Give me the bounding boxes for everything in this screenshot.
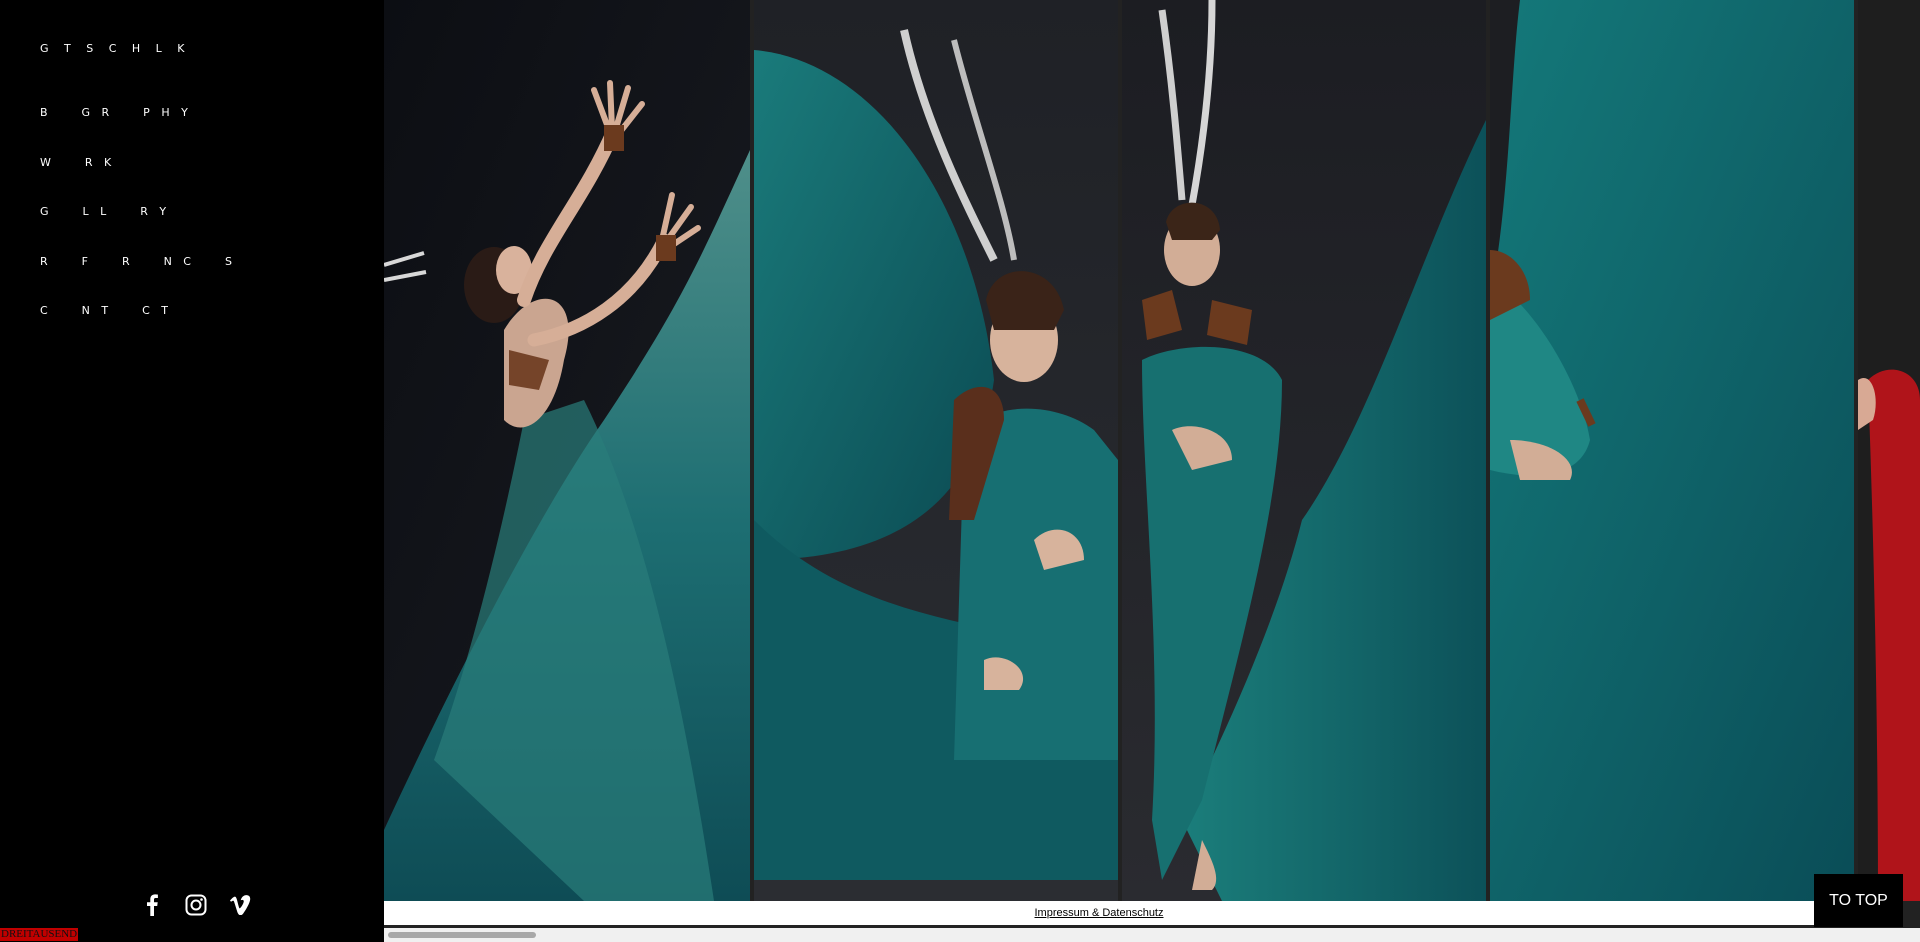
gallery-image-2[interactable] bbox=[754, 0, 1118, 901]
facebook-icon[interactable] bbox=[140, 893, 164, 917]
social-links bbox=[140, 893, 252, 917]
sidebar: G T S C H L K B G R P H Y W R K G L L R … bbox=[0, 0, 384, 942]
instagram-icon[interactable] bbox=[184, 893, 208, 917]
image-gallery bbox=[384, 0, 1920, 928]
scrollbar-thumb[interactable] bbox=[388, 932, 536, 938]
nav-item-references[interactable]: R F R N C S bbox=[40, 255, 236, 305]
main-nav: B G R P H Y W R K G L L R Y R F R N C S … bbox=[40, 106, 236, 354]
to-top-button[interactable]: TO TOP bbox=[1814, 874, 1903, 927]
dreitausend-badge[interactable]: DREITAUSEND bbox=[0, 928, 79, 941]
footer-bar: Impressum & Datenschutz bbox=[384, 901, 1814, 925]
gallery-image-1[interactable] bbox=[384, 0, 750, 901]
gallery-image-3[interactable] bbox=[1122, 0, 1486, 901]
nav-item-biography[interactable]: B G R P H Y bbox=[40, 106, 236, 156]
horizontal-scrollbar[interactable] bbox=[384, 928, 1920, 942]
vimeo-icon[interactable] bbox=[228, 893, 252, 917]
impressum-link[interactable]: Impressum & Datenschutz bbox=[1035, 907, 1164, 919]
nav-item-contact[interactable]: C N T C T bbox=[40, 304, 236, 354]
gallery-image-4[interactable] bbox=[1490, 0, 1854, 901]
nav-item-work[interactable]: W R K bbox=[40, 156, 236, 206]
site-logo[interactable]: G T S C H L K bbox=[40, 42, 191, 55]
gallery-image-5[interactable] bbox=[1858, 0, 1920, 901]
nav-item-gallery[interactable]: G L L R Y bbox=[40, 205, 236, 255]
